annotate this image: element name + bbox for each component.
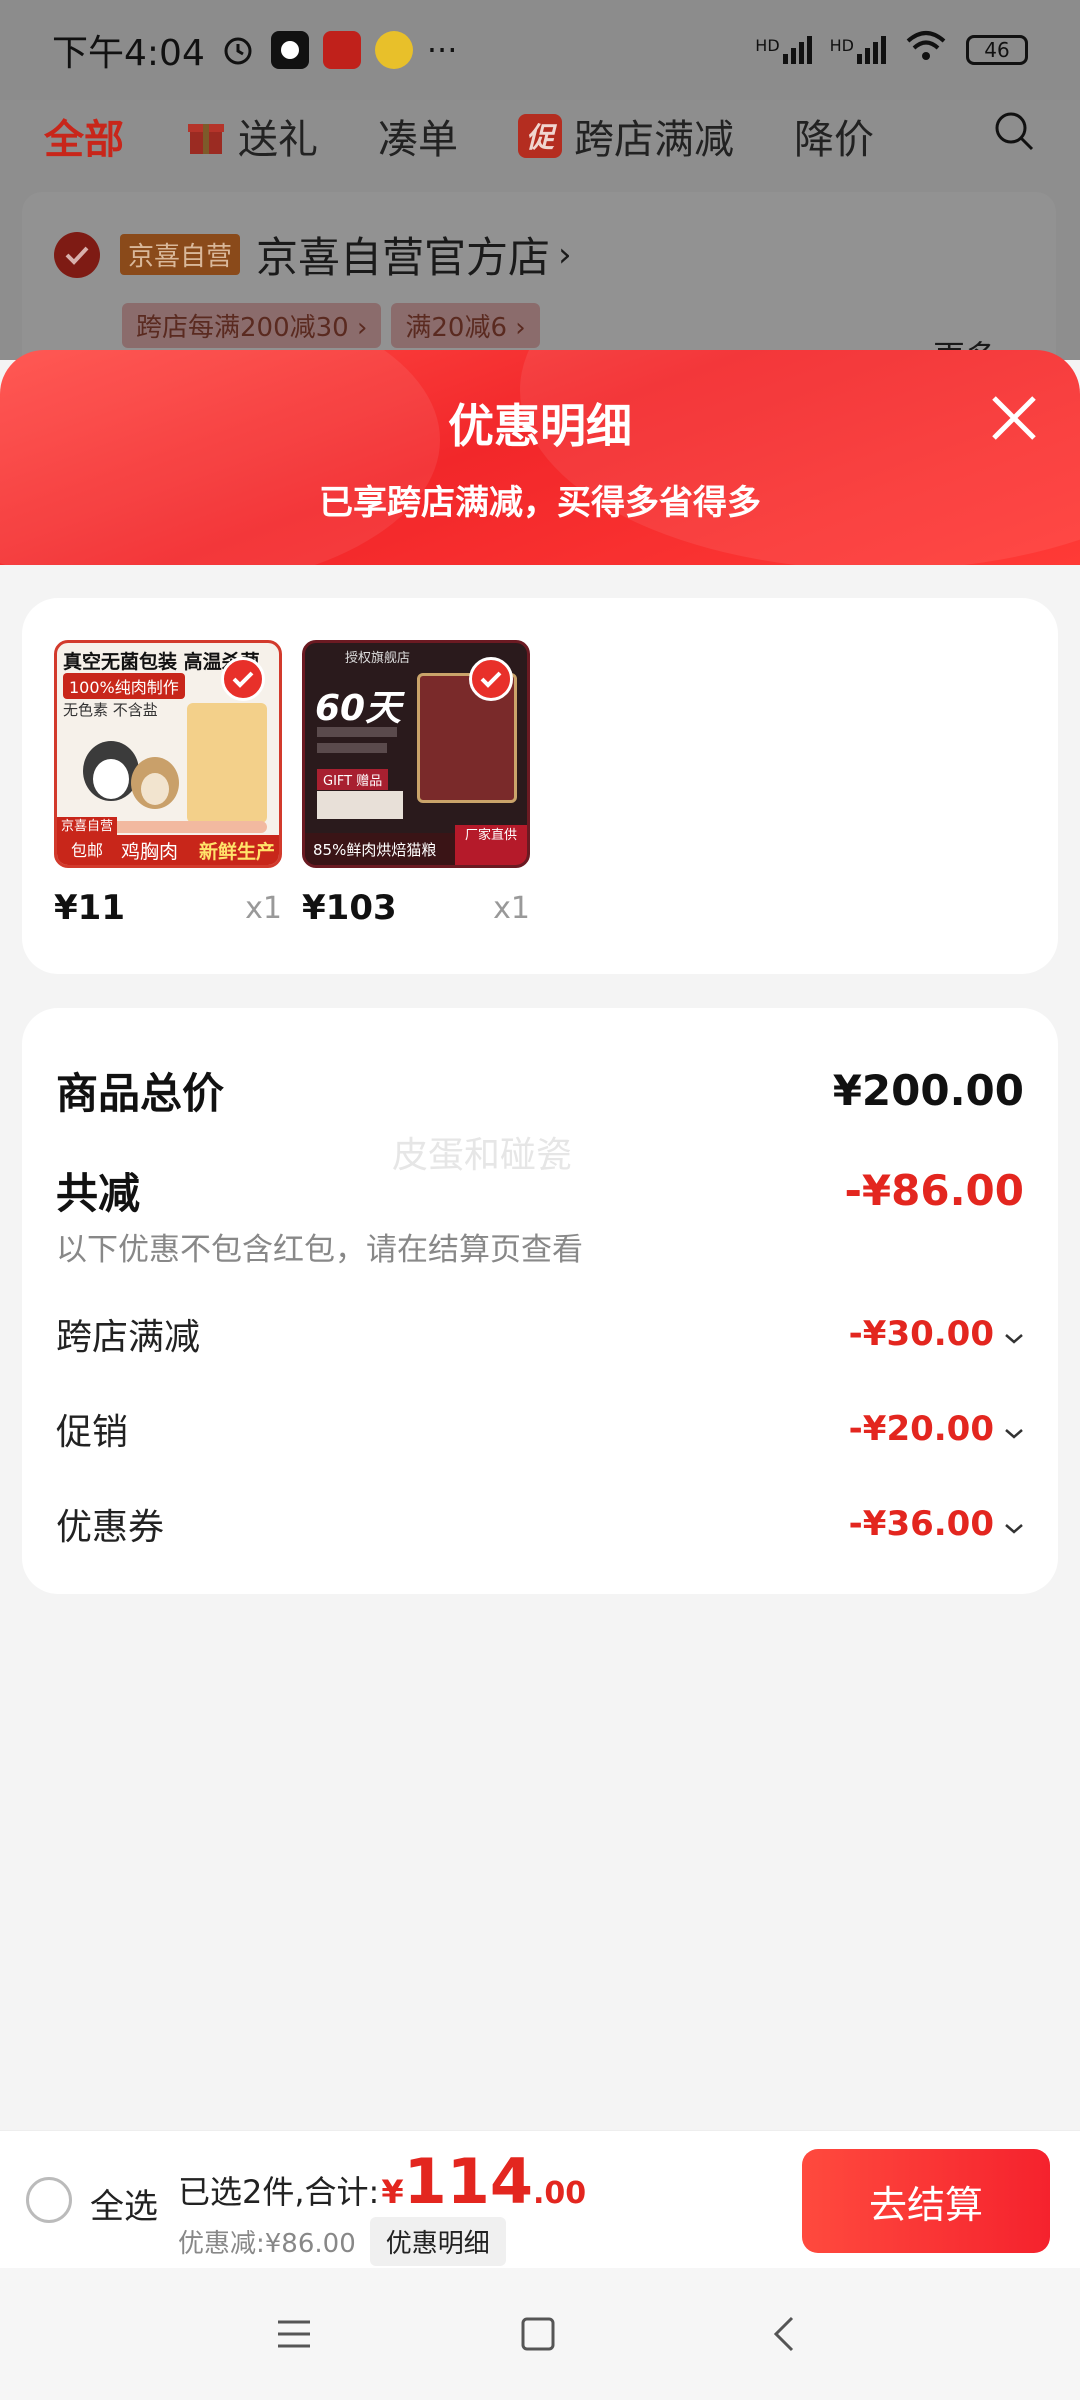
discount-item-value: -¥36.00 bbox=[848, 1504, 994, 1544]
tab-cross-store[interactable]: 促 跨店满减 bbox=[518, 107, 734, 165]
discount-item-label: 促销 bbox=[56, 1412, 129, 1453]
product-item[interactable]: 授权旗舰店 60天 GIFT 赠品 85%鲜肉烘焙猫粮 厂家直供 ¥103 x1 bbox=[302, 640, 530, 928]
home-icon[interactable] bbox=[516, 2312, 560, 2356]
store-name[interactable]: 京喜自营官方店 bbox=[256, 224, 550, 285]
promo-chip[interactable]: 跨店每满200减30 › bbox=[122, 303, 382, 348]
search-icon[interactable] bbox=[992, 109, 1036, 163]
discount-detail-button[interactable]: 优惠明细 bbox=[369, 2217, 506, 2266]
discount-amount-text: 优惠减:¥86.00 bbox=[178, 2229, 356, 2259]
cart-page-background: 全部 送礼 凑单 促 跨店满减 降价 京喜自营 京喜自营官方店 › 跨店每满20… bbox=[0, 100, 1080, 392]
tab-bundle[interactable]: 凑单 bbox=[378, 107, 458, 165]
promo-chip[interactable]: 满20减6 › bbox=[391, 303, 540, 348]
product-item[interactable]: 真空无菌包装 高温杀菌 100%纯肉制作 无色素 不含盐 京喜自营 包邮 鸡胸肉… bbox=[54, 640, 282, 928]
selected-count-text: 已选2件,合计: bbox=[178, 2173, 380, 2211]
tab-gift[interactable]: 送礼 bbox=[184, 107, 318, 165]
menu-icon[interactable] bbox=[272, 2312, 316, 2356]
product-quantity: x1 bbox=[245, 890, 282, 926]
total-price-row: 商品总价 ¥200.00 bbox=[56, 1060, 1024, 1121]
product-image-chicken[interactable]: 真空无菌包装 高温杀菌 100%纯肉制作 无色素 不含盐 京喜自营 包邮 鸡胸肉… bbox=[54, 640, 282, 868]
battery-icon: 46 bbox=[966, 35, 1028, 65]
total-line: 已选2件,合计: ¥ 114 .00 bbox=[178, 2151, 586, 2213]
total-amount-decimal: .00 bbox=[533, 2176, 587, 2211]
checkout-button[interactable]: 去结算 bbox=[802, 2149, 1050, 2253]
red-envelope-icon bbox=[322, 31, 361, 69]
more-notifications-icon: ··· bbox=[426, 31, 458, 69]
discount-item-value: -¥30.00 bbox=[848, 1314, 994, 1354]
store-check-icon[interactable] bbox=[54, 231, 100, 278]
sheet-title: 优惠明细 bbox=[448, 399, 632, 453]
discount-note: 以下优惠不包含红包，请在结算页查看 bbox=[56, 1232, 583, 1268]
status-time: 下午4:04 bbox=[52, 33, 205, 74]
wifi-icon bbox=[904, 29, 948, 72]
system-nav-bar bbox=[0, 2268, 1080, 2400]
tab-all[interactable]: 全部 bbox=[44, 107, 124, 165]
alarm-icon bbox=[219, 31, 257, 69]
discount-line: 优惠减:¥86.00 优惠明细 bbox=[178, 2217, 506, 2266]
discount-item-label: 跨店满减 bbox=[56, 1317, 201, 1358]
app-notification-icon bbox=[270, 31, 309, 69]
product-price: ¥11 bbox=[54, 888, 125, 928]
discount-item-row[interactable]: 跨店满减 -¥30.00 bbox=[56, 1308, 1024, 1360]
discount-item-label: 优惠券 bbox=[56, 1507, 165, 1548]
self-operated-badge: 京喜自营 bbox=[120, 234, 241, 275]
checkout-bar: 全选 已选2件,合计: ¥ 114 .00 优惠减:¥86.00 优惠明细 去结… bbox=[0, 2130, 1080, 2268]
products-card: 真空无菌包装 高温杀菌 100%纯肉制作 无色素 不含盐 京喜自营 包邮 鸡胸肉… bbox=[22, 598, 1058, 974]
product-quantity: x1 bbox=[493, 890, 530, 926]
discount-summary-card: 皮蛋和碰瓷 商品总价 ¥200.00 共减 -¥86.00 以下优惠不包含红包，… bbox=[22, 1008, 1058, 1594]
product-check-icon[interactable] bbox=[221, 657, 265, 701]
back-icon[interactable] bbox=[764, 2312, 808, 2356]
discount-sheet-header: 优惠明细 已享跨店满减，买得多省得多 bbox=[0, 350, 1080, 565]
signal-icon-2: HD bbox=[830, 36, 886, 64]
chevron-right-icon: › bbox=[558, 234, 572, 275]
chevron-down-icon[interactable] bbox=[1004, 1314, 1024, 1354]
status-bar: 下午4:04 ··· HD HD 46 bbox=[0, 0, 1080, 100]
chevron-down-icon[interactable] bbox=[1004, 1409, 1024, 1449]
gift-icon bbox=[184, 114, 228, 158]
select-all-label[interactable]: 全选 bbox=[90, 2179, 158, 2228]
discount-item-row[interactable]: 优惠券 -¥36.00 bbox=[56, 1498, 1024, 1550]
total-discount-value: -¥86.00 bbox=[844, 1166, 1024, 1215]
discount-item-value: -¥20.00 bbox=[848, 1409, 994, 1449]
product-price: ¥103 bbox=[302, 888, 397, 928]
sheet-subtitle: 已享跨店满减，买得多省得多 bbox=[319, 483, 761, 523]
currency-symbol: ¥ bbox=[381, 2173, 404, 2211]
tab-price-drop[interactable]: 降价 bbox=[794, 107, 874, 165]
close-icon[interactable] bbox=[988, 392, 1040, 444]
cart-tabs: 全部 送礼 凑单 促 跨店满减 降价 bbox=[0, 100, 1080, 172]
total-discount-label: 共减 bbox=[56, 1169, 141, 1218]
total-price-value: ¥200.00 bbox=[832, 1066, 1024, 1115]
total-discount-row: 共减 -¥86.00 bbox=[56, 1160, 1024, 1221]
discount-item-row[interactable]: 促销 -¥20.00 bbox=[56, 1403, 1024, 1455]
weibo-icon bbox=[374, 31, 413, 69]
select-all-checkbox[interactable] bbox=[26, 2177, 72, 2223]
product-image-cat-food[interactable]: 授权旗舰店 60天 GIFT 赠品 85%鲜肉烘焙猫粮 厂家直供 bbox=[302, 640, 530, 868]
total-amount-integer: 114 bbox=[403, 2145, 534, 2218]
product-check-icon[interactable] bbox=[469, 657, 513, 701]
signal-icon-1: HD bbox=[755, 36, 812, 64]
chevron-down-icon[interactable] bbox=[1004, 1504, 1024, 1544]
promo-badge: 促 bbox=[518, 114, 563, 158]
total-price-label: 商品总价 bbox=[56, 1069, 225, 1118]
